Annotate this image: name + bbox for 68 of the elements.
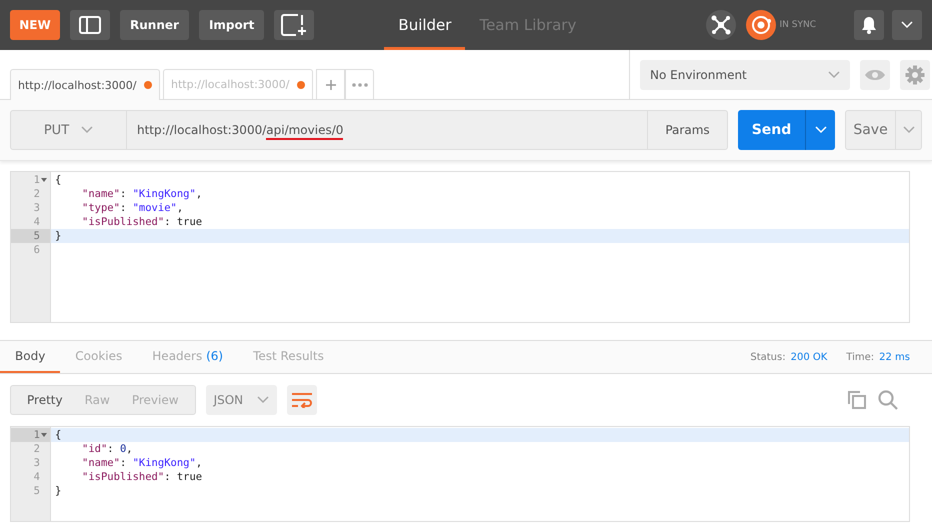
status-label: Status: bbox=[750, 352, 786, 362]
plus-icon bbox=[326, 80, 336, 90]
sync-status-text: IN SYNC bbox=[780, 20, 816, 30]
chevron-down-icon bbox=[899, 21, 915, 29]
toolbar-button[interactable]: Runner bbox=[120, 10, 189, 40]
send-options-button[interactable] bbox=[805, 110, 835, 150]
time-value: 22 ms bbox=[879, 352, 910, 362]
chevron-down-icon bbox=[902, 126, 914, 134]
code-line: "id": 0, bbox=[81, 442, 134, 456]
wrap-lines-icon bbox=[290, 392, 313, 408]
request-tab[interactable]: http://localhost:3000/ bbox=[10, 69, 160, 100]
code-line: "name": "KingKong", bbox=[81, 456, 204, 470]
new-button[interactable]: NEW bbox=[10, 10, 60, 40]
sidebar-toggle-button[interactable] bbox=[70, 10, 110, 40]
fold-caret-icon bbox=[40, 178, 48, 182]
new-window-icon bbox=[281, 14, 308, 36]
view-mode-button[interactable]: Pretty bbox=[16, 386, 74, 414]
language-dropdown[interactable]: JSON bbox=[206, 385, 277, 415]
new-window-button[interactable] bbox=[274, 10, 314, 40]
code-line: { bbox=[54, 173, 62, 187]
line-number: 2 bbox=[32, 187, 41, 201]
response-tab[interactable]: Headers (6) bbox=[137, 341, 238, 373]
response-tab[interactable]: Test Results bbox=[238, 341, 339, 373]
line-number: 6 bbox=[32, 243, 41, 257]
fold-caret-icon bbox=[40, 433, 48, 437]
code-line: "type": "movie", bbox=[81, 201, 184, 215]
line-number: 4 bbox=[32, 470, 41, 484]
settings-icon bbox=[905, 64, 925, 84]
response-tab[interactable]: Body bbox=[0, 341, 60, 373]
account-menu-button[interactable] bbox=[892, 10, 922, 40]
search-icon bbox=[878, 390, 898, 410]
copy-icon bbox=[848, 391, 866, 409]
time-label: Time: bbox=[846, 352, 874, 362]
sync-status-button[interactable] bbox=[746, 10, 776, 40]
eye-icon bbox=[864, 68, 886, 80]
more-icon bbox=[352, 82, 368, 86]
status-value: 200 OK bbox=[790, 352, 828, 362]
code-line: "name": "KingKong", bbox=[81, 187, 204, 201]
eye-button[interactable] bbox=[860, 60, 890, 90]
line-number: 2 bbox=[32, 442, 41, 456]
line-number: 1 bbox=[11, 428, 50, 442]
sync-icon bbox=[750, 14, 772, 36]
chevron-down-icon bbox=[828, 70, 840, 78]
line-number: 1 bbox=[11, 173, 50, 187]
settings-button[interactable] bbox=[900, 60, 930, 90]
code-line: } bbox=[54, 484, 62, 498]
code-line: "isPublished": true bbox=[81, 470, 204, 484]
chevron-down-icon bbox=[256, 396, 269, 404]
add-tab-button[interactable] bbox=[316, 69, 345, 99]
send-button[interactable]: Send bbox=[738, 110, 805, 150]
more-tabs-button[interactable] bbox=[345, 69, 374, 99]
bell-icon bbox=[861, 16, 877, 34]
line-number: 5 bbox=[11, 229, 50, 243]
toolbar-button[interactable]: Import bbox=[198, 10, 264, 40]
code-line: "isPublished": true bbox=[81, 215, 204, 229]
line-number: 3 bbox=[32, 201, 41, 215]
sidebar-icon bbox=[79, 16, 101, 34]
line-number: 4 bbox=[32, 215, 41, 229]
satellite-icon bbox=[710, 15, 731, 35]
notifications-button[interactable] bbox=[854, 10, 884, 40]
line-number: 5 bbox=[32, 484, 41, 498]
chevron-down-icon bbox=[814, 126, 826, 134]
response-tab[interactable]: Cookies bbox=[60, 341, 138, 373]
wrap-lines-button[interactable] bbox=[286, 385, 317, 415]
request-body-editor[interactable]: 1 2 3 4 5 6 { "name": "KingKong", "type": "movie", "isPublished": true } bbox=[10, 171, 910, 323]
satellite-button[interactable] bbox=[706, 10, 736, 40]
environment-dropdown[interactable]: No Environment bbox=[640, 60, 850, 90]
line-number: 3 bbox=[32, 456, 41, 470]
